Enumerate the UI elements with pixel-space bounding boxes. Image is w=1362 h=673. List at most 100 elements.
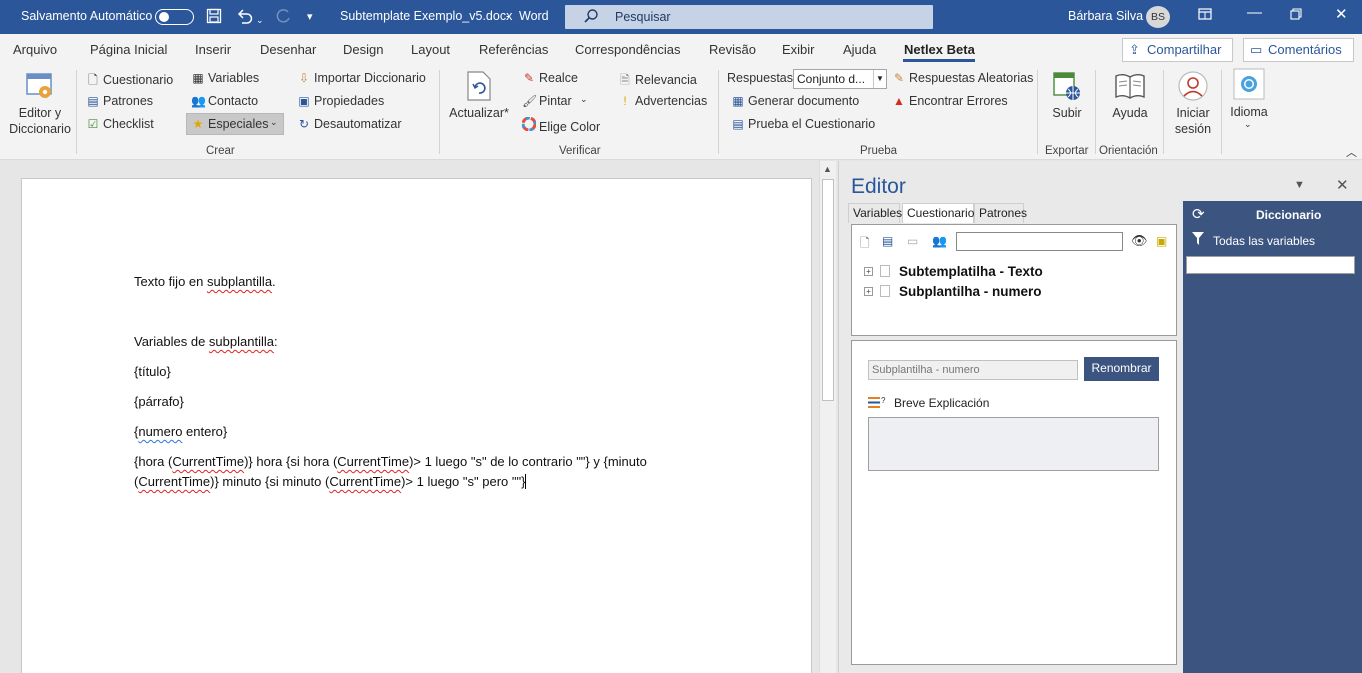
new-question-icon[interactable]: 🗋 [860,234,870,255]
help-book-icon[interactable] [1114,70,1146,102]
avatar[interactable]: BS [1146,6,1170,28]
paragraph-titulo[interactable]: {título} [134,362,171,382]
tab-revisao[interactable]: Revisão [709,42,756,57]
checklist-icon: ☑ [87,117,99,131]
comments-button[interactable]: ▭ Comentários [1243,38,1354,62]
customize-toolbar-icon[interactable]: ▾ [307,9,313,25]
checklist-button[interactable]: ☑ Checklist [86,117,154,131]
subir-button[interactable]: Subir [1046,105,1088,121]
spelling-error-word: subplantilla [207,274,273,289]
expand-icon[interactable]: + [864,287,873,296]
actualizar-button[interactable]: Actualizar* [446,105,512,121]
scrollbar-thumb[interactable] [822,179,834,401]
ayuda-button[interactable]: Ayuda [1108,105,1152,121]
realce-button[interactable]: ✎ Realce [522,71,578,85]
tab-ajuda[interactable]: Ajuda [843,42,876,57]
generar-documento-button[interactable]: ▦ Generar documento [731,94,859,108]
respuestas-aleatorias-button[interactable]: ✎ Respuestas Aleatorias [892,71,1033,85]
document-scrollbar[interactable]: ▲ [819,161,836,673]
minimize-icon[interactable]: — [1247,5,1262,21]
cuestionario-button[interactable]: 🗋 Cuestionario [86,71,173,92]
restore-icon[interactable] [1290,8,1302,24]
move-icon[interactable]: ▭ [907,234,918,248]
tree-search-input[interactable] [956,232,1123,251]
random-answers-icon: ✎ [893,71,905,85]
close-window-icon[interactable]: ✕ [1335,7,1348,23]
tree-item-subplantilha-numero[interactable]: + Subplantilha - numero [864,284,1042,299]
paragraph-hora-line2[interactable]: (CurrentTime)} minuto {si minuto (Curren… [134,472,527,492]
desautomatizar-button[interactable]: ↻ Desautomatizar [297,117,402,131]
contacto-button[interactable]: 👥 Contacto [191,94,258,108]
tab-patrones[interactable]: Patrones [974,203,1027,223]
tab-referencias[interactable]: Referências [479,42,548,57]
refresh-icon[interactable]: ⟳ [1192,205,1205,223]
user-name[interactable]: Bárbara Silva [1068,9,1143,23]
tab-arquivo[interactable]: Arquivo [13,42,57,57]
especiales-dropdown-icon[interactable]: ⌄ [270,117,278,128]
tree-item-subtemplatilha-texto[interactable]: + Subtemplatilha - Texto [864,264,1043,279]
collapse-ribbon-icon[interactable]: ︿ [1346,144,1357,160]
undo-dropdown-icon[interactable]: ⌄ [256,12,264,28]
tab-exibir[interactable]: Exibir [782,42,815,57]
iniciar-sesion-button[interactable]: Iniciar sesión [1168,105,1218,137]
tab-design[interactable]: Design [343,42,383,57]
tab-variables[interactable]: Variables [848,203,902,223]
dictionary-search-input[interactable] [1186,256,1355,274]
save-icon[interactable] [206,8,222,28]
relevancia-button[interactable]: 🗎 Relevancia [618,71,697,92]
paragraph-numero[interactable]: {numero entero} [134,422,227,442]
tab-inserir[interactable]: Inserir [195,42,231,57]
pane-options-icon[interactable]: ▼ [1294,179,1305,191]
scroll-up-icon[interactable]: ▲ [823,164,832,174]
brief-explanation-textarea[interactable] [868,417,1159,471]
update-document-icon[interactable] [465,70,497,102]
paragraph-variables-heading[interactable]: Variables de subplantilla: [134,332,278,352]
filter-icon[interactable] [1192,232,1204,248]
tab-desenhar[interactable]: Desenhar [260,42,316,57]
search-box[interactable]: Pesquisar [565,5,933,29]
importar-diccionario-button[interactable]: ⇩ Importar Diccionario [297,71,426,85]
editor-dictionary-icon[interactable] [24,70,56,102]
undo-icon[interactable] [236,8,254,28]
close-pane-icon[interactable]: ✕ [1336,176,1349,194]
idioma-dropdown-icon[interactable]: ⌄ [1244,119,1252,130]
idioma-button[interactable]: Idioma [1226,104,1272,120]
ribbon-display-options-icon[interactable] [1198,8,1212,24]
upload-icon[interactable] [1051,70,1083,102]
paragraph-hora-line1[interactable]: {hora (CurrentTime)} hora {si hora (Curr… [134,452,647,472]
respuestas-select[interactable]: Conjunto d... ▼ [793,69,887,89]
tab-layout[interactable]: Layout [411,42,450,57]
tab-correspondencias[interactable]: Correspondências [575,42,681,57]
pintar-dropdown-icon[interactable]: ⌄ [580,94,588,105]
pintar-button[interactable]: 🖌 Pintar [522,94,572,108]
advertencias-button[interactable]: ! Advertencias [618,94,707,108]
tab-cuestionario[interactable]: Cuestionario [902,203,974,223]
expand-icon[interactable]: + [864,267,873,276]
share-button[interactable]: ⇪ Compartilhar [1122,38,1233,62]
especiales-button[interactable]: ★ Especiales [191,117,269,131]
redo-icon[interactable] [274,8,292,28]
paragraph-parrafo[interactable]: {párrafo} [134,392,184,412]
document-page[interactable]: Texto fijo en subplantilla. Variables de… [21,178,812,673]
editor-dictionary-label[interactable]: Editor y Diccionario [8,105,72,137]
tab-netlex-beta[interactable]: Netlex Beta [904,42,975,57]
eye-icon[interactable]: 👁 [1131,233,1148,249]
users-icon[interactable]: 👥 [932,234,947,248]
user-login-icon[interactable] [1177,70,1209,102]
encontrar-errores-button[interactable]: ▲ Encontrar Errores [892,94,1008,108]
tab-pagina-inicial[interactable]: Página Inicial [90,42,167,57]
question-name-input[interactable]: Subplantilha - numero [868,360,1078,380]
language-globe-icon[interactable] [1233,68,1265,100]
paragraph-fixed-text[interactable]: Texto fijo en subplantilla. [134,272,276,292]
prueba-cuestionario-button[interactable]: ▤ Prueba el Cuestionario [731,117,875,131]
autosave-toggle[interactable] [155,9,194,25]
variables-button[interactable]: ▦ Variables [191,71,259,85]
elige-color-button[interactable]: Elige Color [521,116,600,134]
separator [1221,70,1222,154]
new-group-icon[interactable]: ▤ [882,234,893,248]
rename-button[interactable]: Renombrar [1084,357,1159,381]
notes-icon[interactable]: ▣ [1156,234,1167,248]
patrones-button[interactable]: ▤ Patrones [86,94,153,108]
filter-label[interactable]: Todas las variables [1213,234,1315,248]
propiedades-button[interactable]: ▣ Propiedades [297,94,384,108]
